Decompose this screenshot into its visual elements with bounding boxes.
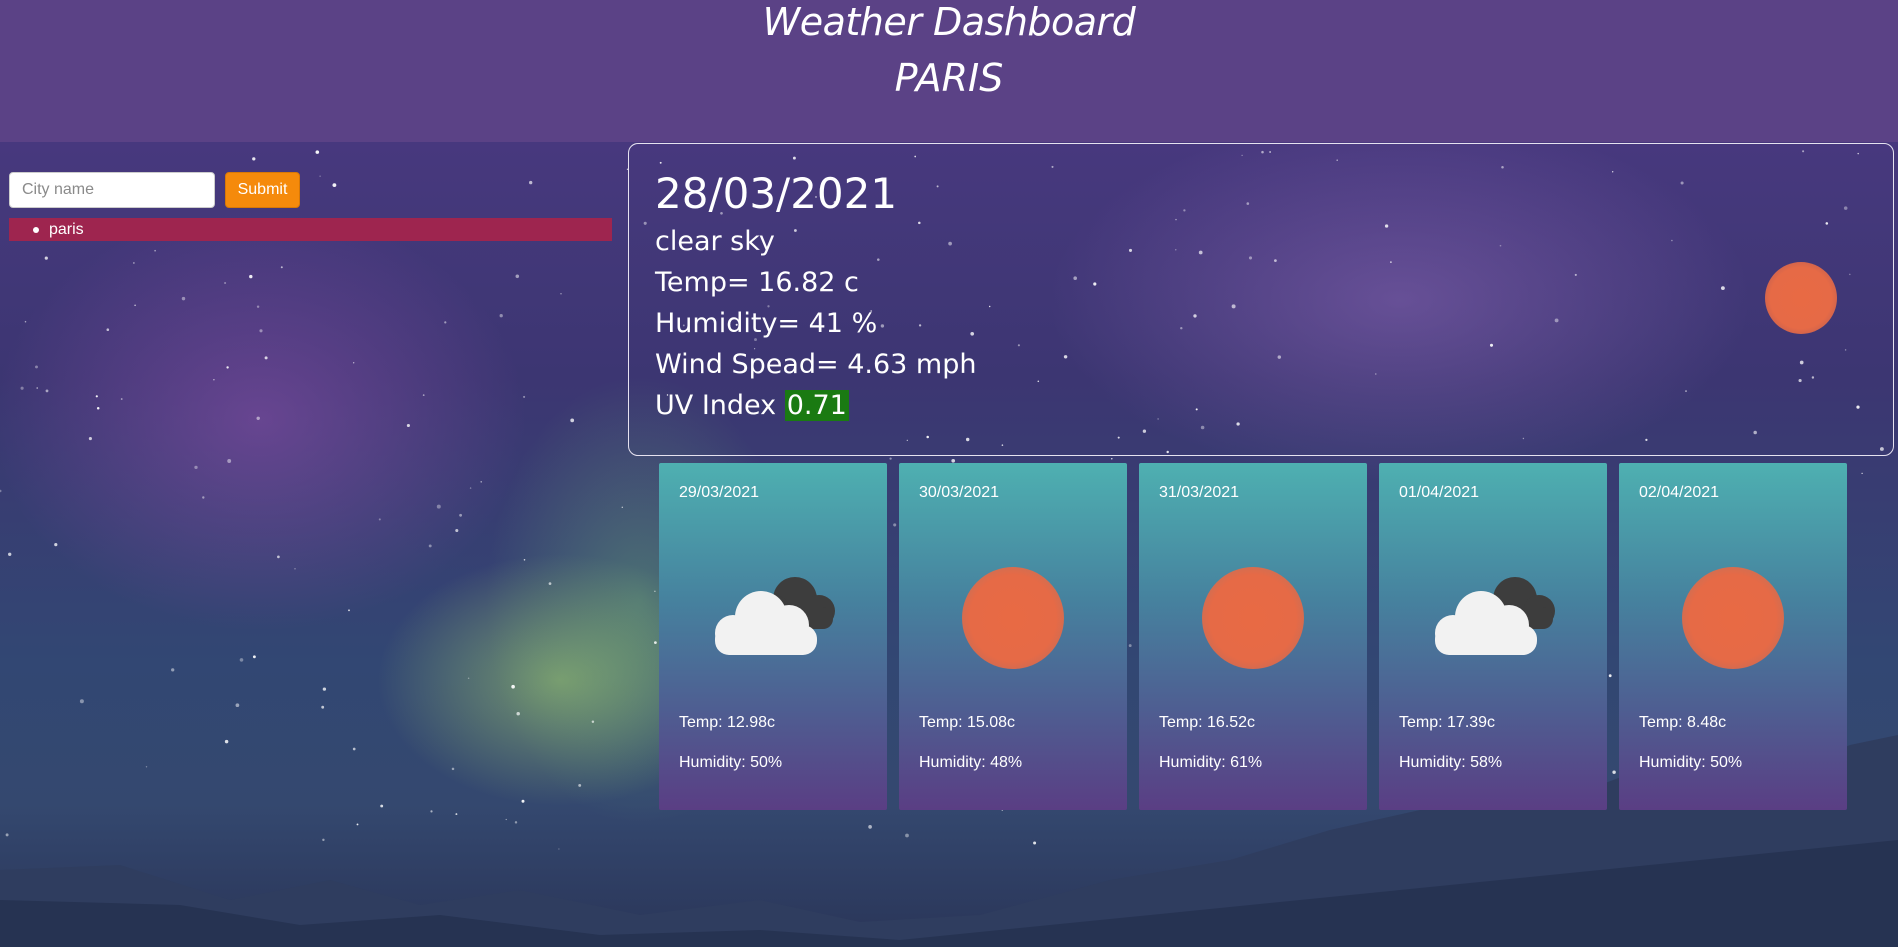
forecast-temp: Temp: 17.39c — [1399, 714, 1496, 731]
current-description: clear sky — [655, 226, 775, 257]
forecast-date: 29/03/2021 — [679, 484, 760, 501]
sun-icon — [1765, 262, 1837, 334]
current-date: 28/03/2021 — [655, 169, 898, 218]
sun-icon — [1682, 567, 1784, 669]
sun-icon — [962, 567, 1064, 669]
page-title: Weather Dashboard — [762, 0, 1136, 44]
cloud-icon — [1435, 577, 1555, 655]
forecast-temp: Temp: 8.48c — [1639, 714, 1727, 731]
sun-icon — [1202, 567, 1304, 669]
forecast-card: 02/04/2021 Temp: 8.48c Humidity: 50% — [1619, 463, 1847, 810]
forecast-temp: Temp: 15.08c — [919, 714, 1016, 731]
forecast-card: 01/04/2021 Temp: 17.39c Humidity: 58% — [1379, 463, 1607, 810]
forecast-date: 02/04/2021 — [1639, 484, 1720, 501]
submit-button[interactable]: Submit — [225, 172, 300, 208]
forecast-humidity: Humidity: 58% — [1399, 754, 1503, 771]
forecast-humidity: Humidity: 61% — [1159, 754, 1263, 771]
cloud-icon — [715, 577, 835, 655]
current-uv: UV Index 0.71 — [655, 390, 849, 422]
current-humidity: Humidity= 41 % — [655, 308, 878, 339]
forecast-humidity: Humidity: 48% — [919, 754, 1023, 771]
search-history-list: paris — [9, 218, 612, 241]
forecast-card: 29/03/2021 Temp: 12.98c Humidity: 50% — [659, 463, 887, 810]
forecast-humidity: Humidity: 50% — [1639, 754, 1743, 771]
forecast-card: 30/03/2021 Temp: 15.08c Humidity: 48% — [899, 463, 1127, 810]
forecast-humidity: Humidity: 50% — [679, 754, 783, 771]
city-search-input[interactable] — [9, 172, 215, 208]
uv-label: UV Index — [655, 390, 785, 421]
history-item-paris[interactable]: paris — [9, 218, 612, 241]
current-wind: Wind Spead= 4.63 mph — [655, 349, 977, 380]
current-weather-card: 28/03/2021 clear sky Temp= 16.82 c Humid… — [628, 143, 1894, 456]
city-title: PARIS — [894, 56, 1004, 100]
forecast-date: 30/03/2021 — [919, 484, 1000, 501]
forecast-temp: Temp: 16.52c — [1159, 714, 1256, 731]
forecast-card: 31/03/2021 Temp: 16.52c Humidity: 61% — [1139, 463, 1367, 810]
page-header: Weather Dashboard PARIS — [0, 0, 1898, 142]
current-temp: Temp= 16.82 c — [655, 267, 859, 298]
forecast-date: 01/04/2021 — [1399, 484, 1480, 501]
forecast-date: 31/03/2021 — [1159, 484, 1240, 501]
forecast-temp: Temp: 12.98c — [679, 714, 776, 731]
uv-value-badge: 0.71 — [784, 390, 849, 421]
